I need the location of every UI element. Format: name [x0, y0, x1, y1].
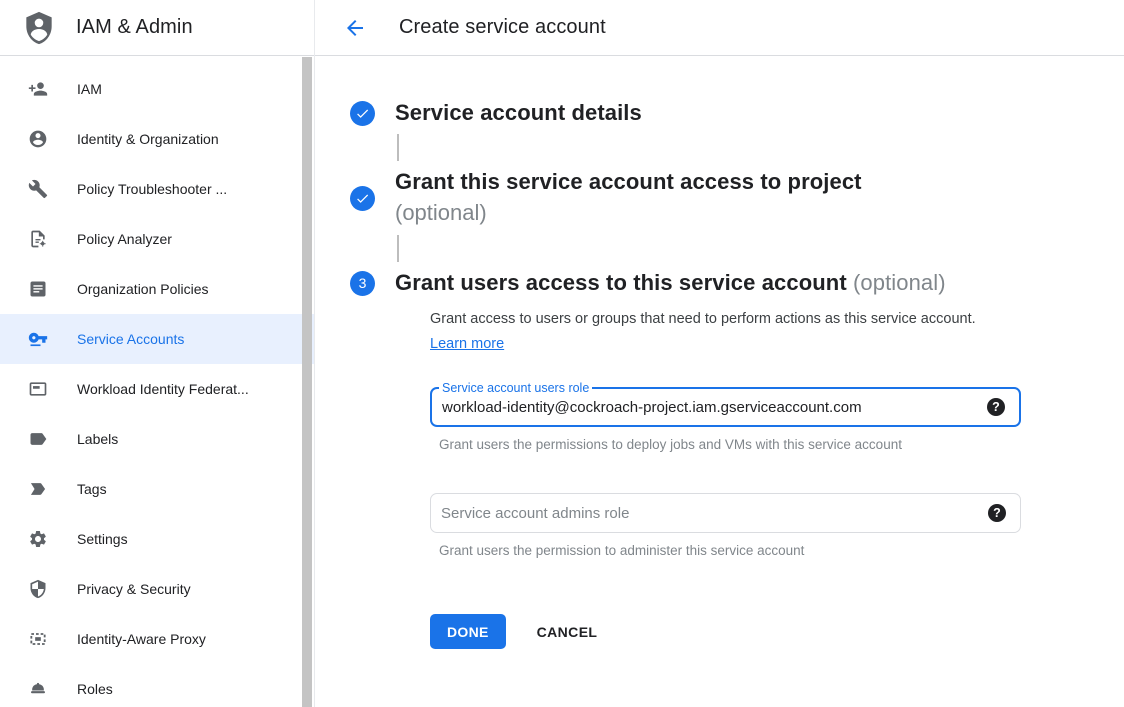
wrench-icon — [28, 179, 48, 199]
sidebar-item-label: Identity-Aware Proxy — [77, 631, 206, 647]
sidebar-item-label: Roles — [77, 681, 113, 697]
step-connector — [397, 134, 399, 161]
step-3-title: Grant users access to this service accou… — [395, 268, 946, 298]
sidebar-item-policy-troubleshooter[interactable]: Policy Troubleshooter ... — [0, 164, 314, 214]
account-circle-icon — [28, 129, 48, 149]
main-panel: Create service account Service account d… — [315, 0, 1124, 707]
step-3-number: 3 — [359, 275, 367, 291]
help-icon[interactable]: ? — [988, 504, 1006, 522]
sidebar-item-iam[interactable]: IAM — [0, 64, 314, 114]
sidebar-item-label: IAM — [77, 81, 102, 97]
step-3-form: Service account users role ? Grant users… — [430, 387, 1124, 558]
sidebar-title: IAM & Admin — [76, 16, 193, 39]
service-account-admins-role-input[interactable] — [431, 505, 988, 522]
sidebar-item-label: Settings — [77, 531, 128, 547]
service-account-users-role-field: Service account users role ? — [430, 387, 1021, 427]
key-icon — [28, 329, 48, 349]
step-2-row: Grant this service account access to pro… — [350, 167, 1124, 229]
page-title: Create service account — [399, 16, 606, 39]
step-1-complete-badge — [350, 101, 375, 126]
sidebar-item-roles[interactable]: Roles — [0, 664, 314, 707]
sidebar: IAM & Admin IAM Identity & Organization — [0, 0, 315, 707]
sidebar-item-label: Policy Troubleshooter ... — [77, 181, 227, 197]
check-icon — [355, 191, 370, 206]
sidebar-item-label: Workload Identity Federat... — [77, 381, 249, 397]
learn-more-link[interactable]: Learn more — [430, 336, 504, 352]
tag-arrow-icon — [28, 479, 48, 499]
step-2-complete-badge — [350, 186, 375, 211]
sidebar-item-tags[interactable]: Tags — [0, 464, 314, 514]
step-3-row: 3 Grant users access to this service acc… — [350, 268, 1124, 298]
sidebar-scrollbar[interactable] — [302, 57, 312, 707]
label-icon — [28, 429, 48, 449]
admins-role-helper-text: Grant users the permission to administer… — [439, 543, 1021, 558]
card-icon — [28, 379, 48, 399]
step-2-title: Grant this service account access to pro… — [395, 167, 862, 197]
sidebar-item-label: Labels — [77, 431, 118, 447]
page-header: Create service account — [315, 0, 1124, 56]
check-icon — [355, 106, 370, 121]
step-3-description: Grant access to users or groups that nee… — [430, 307, 982, 357]
gear-icon — [28, 529, 48, 549]
sidebar-item-label: Identity & Organization — [77, 131, 219, 147]
sidebar-item-service-accounts[interactable]: Service Accounts — [0, 314, 314, 364]
sidebar-item-identity-organization[interactable]: Identity & Organization — [0, 114, 314, 164]
sidebar-item-label: Privacy & Security — [77, 581, 191, 597]
help-icon[interactable]: ? — [987, 398, 1005, 416]
sidebar-item-organization-policies[interactable]: Organization Policies — [0, 264, 314, 314]
done-button[interactable]: DONE — [430, 614, 506, 649]
sidebar-item-label: Policy Analyzer — [77, 231, 172, 247]
wizard-content: Service account details Grant this servi… — [315, 56, 1124, 649]
step-1-title: Service account details — [395, 98, 642, 128]
service-account-users-role-input[interactable] — [432, 399, 987, 416]
sidebar-header: IAM & Admin — [0, 0, 314, 56]
sidebar-item-labels[interactable]: Labels — [0, 414, 314, 464]
sidebar-item-label: Tags — [77, 481, 107, 497]
form-actions: DONE CANCEL — [385, 614, 1124, 649]
service-account-users-role-label: Service account users role — [439, 380, 592, 396]
app-window: IAM & Admin IAM Identity & Organization — [0, 0, 1124, 707]
sidebar-item-privacy-security[interactable]: Privacy & Security — [0, 564, 314, 614]
sidebar-item-label: Service Accounts — [77, 331, 184, 347]
step-connector — [397, 235, 399, 262]
proxy-frame-icon — [28, 629, 48, 649]
step-3-optional-label: (optional) — [853, 270, 946, 295]
sidebar-item-policy-analyzer[interactable]: Policy Analyzer — [0, 214, 314, 264]
step-3-number-badge: 3 — [350, 271, 375, 296]
service-account-admins-role-field: ? — [430, 493, 1021, 533]
sidebar-item-workload-identity-federation[interactable]: Workload Identity Federat... — [0, 364, 314, 414]
sidebar-nav: IAM Identity & Organization Policy Troub… — [0, 56, 314, 707]
person-add-icon — [28, 79, 48, 99]
sidebar-item-label: Organization Policies — [77, 281, 209, 297]
arrow-back-icon[interactable] — [343, 16, 367, 40]
cancel-button[interactable]: CANCEL — [537, 624, 598, 640]
step-1-row: Service account details — [350, 98, 1124, 128]
document-gear-icon — [28, 229, 48, 249]
shield-icon — [28, 579, 48, 599]
iam-shield-person-icon — [20, 9, 58, 47]
users-role-helper-text: Grant users the permissions to deploy jo… — [439, 437, 1021, 452]
step-2-optional-label: (optional) — [395, 197, 862, 229]
sidebar-item-settings[interactable]: Settings — [0, 514, 314, 564]
hat-icon — [28, 679, 48, 699]
article-icon — [28, 279, 48, 299]
sidebar-item-identity-aware-proxy[interactable]: Identity-Aware Proxy — [0, 614, 314, 664]
